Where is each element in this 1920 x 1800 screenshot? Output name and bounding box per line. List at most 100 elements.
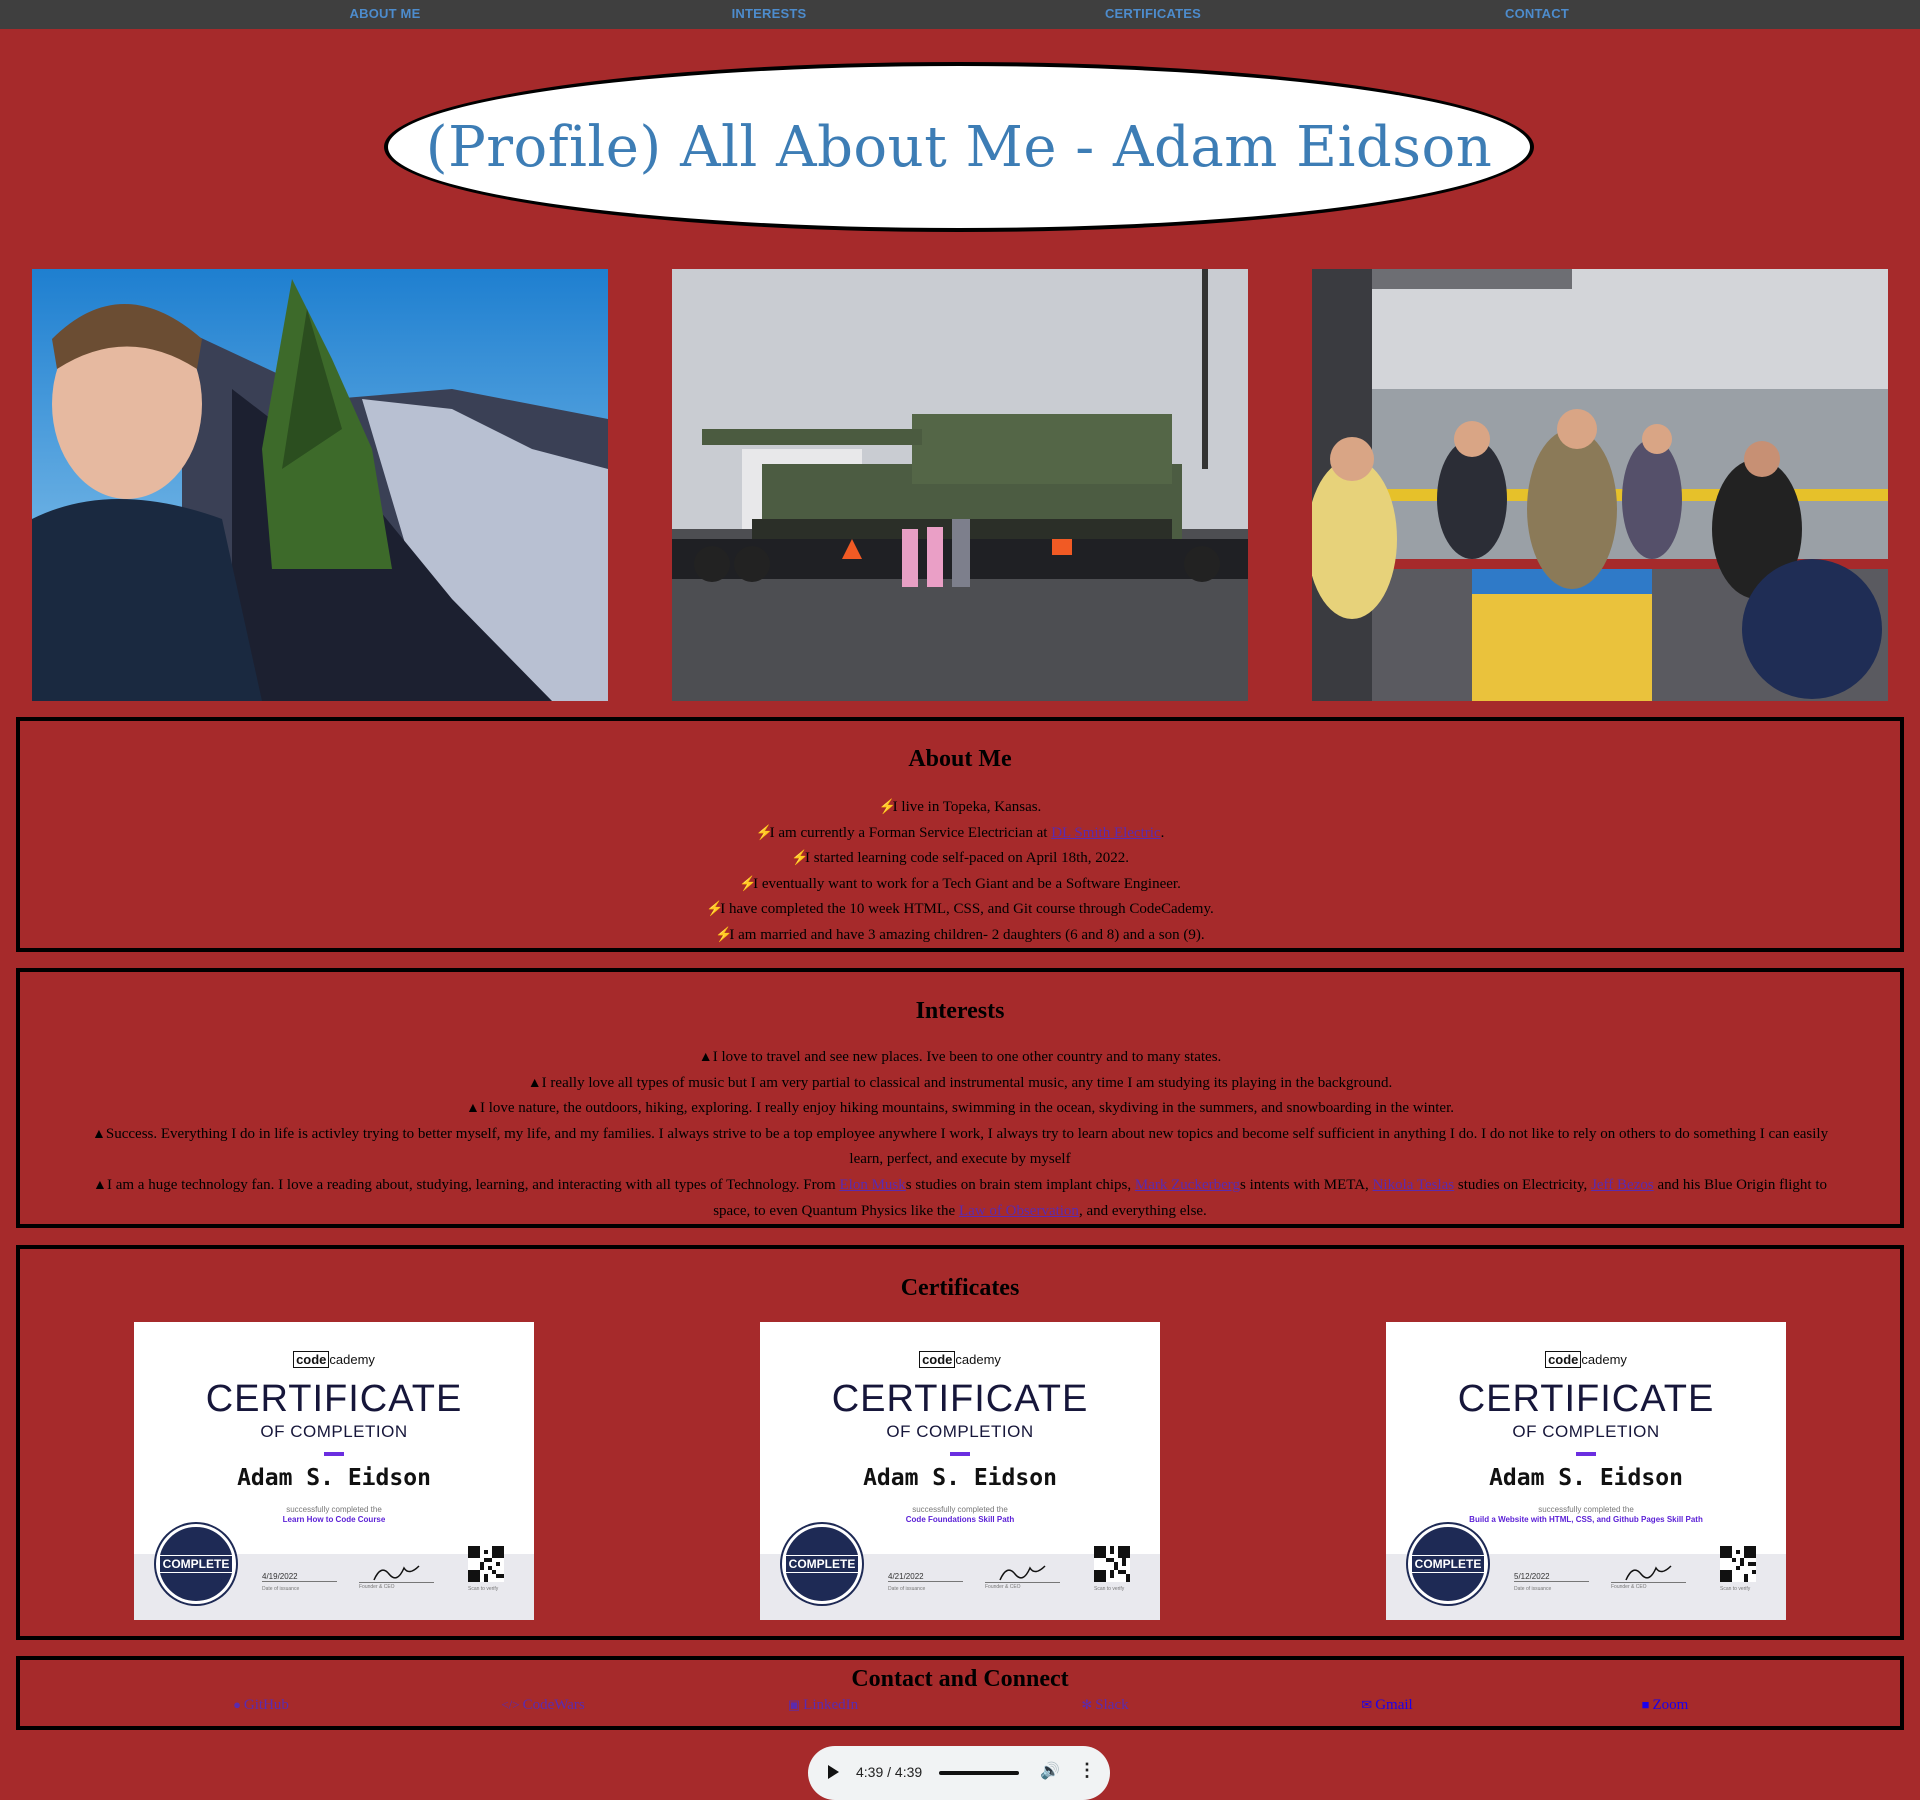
bolt-icon: ⚡	[878, 800, 897, 815]
tree-icon: ▲	[93, 1177, 107, 1193]
volume-icon[interactable]: 🔊	[1040, 1761, 1060, 1781]
certificate-card[interactable]: code cademy CERTIFICATE OF COMPLETION Ada…	[760, 1322, 1160, 1620]
nav-interests[interactable]: INTERESTS	[732, 6, 807, 21]
certificate-subtitle: OF COMPLETION	[886, 1422, 1034, 1441]
signature: Founder & CEO	[359, 1562, 434, 1590]
linkedin-link[interactable]: ▣ LinkedIn	[788, 1697, 858, 1714]
zoom-link[interactable]: ■ Zoom	[1642, 1697, 1689, 1714]
photo-kids-tank	[672, 269, 1248, 701]
completed-text: successfully completed the	[1538, 1505, 1634, 1514]
dl-smith-electric-link[interactable]: DL Smith Electric	[1051, 825, 1160, 841]
certificate-title: CERTIFICATE	[831, 1378, 1089, 1420]
bolt-icon: ⚡	[790, 851, 809, 867]
codecademy-logo: code cademy	[760, 1351, 1160, 1368]
photo-selfie-mountain	[32, 269, 608, 701]
codecademy-logo: code cademy	[1386, 1351, 1786, 1368]
accent-bar	[1576, 1452, 1596, 1456]
certificate-card[interactable]: code cademy CERTIFICATE OF COMPLETION Ada…	[1386, 1322, 1786, 1620]
gmail-link[interactable]: ✉ Gmail	[1361, 1697, 1412, 1714]
complete-seal-icon: COMPLETE	[1408, 1524, 1488, 1604]
github-link[interactable]: ● GitHub	[233, 1697, 289, 1714]
page-title: (Profile) All About Me - Adam Eidson	[425, 114, 1493, 180]
tree-icon: ▲	[466, 1101, 480, 1117]
signature: Founder & CEO	[985, 1562, 1060, 1590]
slack-icon: ✻	[1081, 1697, 1093, 1712]
about-me-list: ⚡I live in Topeka, Kansas. ⚡I am current…	[20, 795, 1900, 949]
certificates-heading: Certificates	[900, 1275, 1020, 1301]
list-item: ▲I love nature, the outdoors, hiking, ex…	[34, 1096, 1886, 1122]
certificate-title: CERTIFICATE	[205, 1378, 463, 1420]
photo-fishing-boat	[1312, 269, 1888, 701]
list-item: ⚡I am currently a Forman Service Electri…	[20, 821, 1900, 847]
list-item-continued: learn, perfect, and execute by myself	[849, 1151, 1071, 1168]
title-banner: (Profile) All About Me - Adam Eidson	[384, 62, 1534, 232]
bolt-icon: ⚡	[739, 876, 757, 892]
list-item: ▲I really love all types of music but I …	[34, 1071, 1886, 1097]
slack-link[interactable]: ✻ Slack	[1081, 1697, 1128, 1714]
certificate-subtitle: OF COMPLETION	[260, 1422, 408, 1441]
certificate-title: CERTIFICATE	[1457, 1378, 1715, 1420]
more-options-icon[interactable]: ⋮	[1078, 1760, 1096, 1781]
issue-date: 4/21/2022 Date of issuance	[888, 1572, 963, 1592]
bolt-icon: ⚡	[715, 927, 733, 943]
play-icon[interactable]	[828, 1765, 839, 1779]
video-icon: ■	[1641, 1697, 1650, 1712]
tree-icon: ▲	[91, 1126, 106, 1142]
top-nav: ABOUT ME INTERESTS CERTIFICATES CONTACT	[0, 0, 1920, 29]
qr-code-icon: Scan to verify	[1720, 1546, 1756, 1592]
mark-zuckerberg-link[interactable]: Mark Zuckerberg	[1135, 1177, 1240, 1193]
completed-text: successfully completed the	[286, 1505, 382, 1514]
recipient-name: Adam S. Eidson	[863, 1465, 1057, 1491]
accent-bar	[324, 1452, 344, 1456]
list-item: ⚡I am married and have 3 amazing childre…	[20, 923, 1900, 949]
course-name: Learn How to Code Course	[282, 1515, 386, 1524]
qr-code-icon: Scan to verify	[468, 1546, 504, 1592]
github-icon: ●	[233, 1697, 241, 1712]
bolt-icon: ⚡	[755, 825, 774, 841]
code-icon: </>	[501, 1697, 520, 1712]
certificate-subtitle: OF COMPLETION	[1512, 1422, 1660, 1441]
law-of-observation-link[interactable]: Law of Observation	[959, 1203, 1079, 1219]
codewars-link[interactable]: </> CodeWars	[501, 1697, 584, 1714]
audio-time: 4:39 / 4:39	[856, 1764, 923, 1780]
interests-heading: Interests	[915, 998, 1005, 1024]
audio-player: 4:39 / 4:39 🔊 ⋮	[808, 1746, 1110, 1800]
nav-certificates[interactable]: CERTIFICATES	[1105, 6, 1201, 21]
about-me-heading: About Me	[908, 746, 1012, 772]
list-item: ⚡I eventually want to work for a Tech Gi…	[20, 872, 1900, 898]
audio-progress-slider[interactable]	[939, 1771, 1019, 1775]
tree-icon: ▲	[698, 1050, 713, 1065]
list-item: ⚡I started learning code self-paced on A…	[20, 846, 1900, 872]
certificate-card[interactable]: code cademy CERTIFICATE OF COMPLETION Ada…	[134, 1322, 534, 1620]
recipient-name: Adam S. Eidson	[1489, 1465, 1683, 1491]
tree-icon: ▲	[527, 1075, 542, 1091]
issue-date: 5/12/2022 Date of issuance	[1514, 1572, 1589, 1592]
signature: Founder & CEO	[1611, 1562, 1686, 1590]
interests-list: ▲I love to travel and see new places. Iv…	[20, 1045, 1900, 1224]
list-item: ▲Success. Everything I do in life is act…	[34, 1122, 1886, 1148]
linkedin-icon: ▣	[787, 1697, 801, 1712]
envelope-icon: ✉	[1361, 1697, 1373, 1712]
codecademy-logo: code cademy	[134, 1351, 534, 1368]
contact-section: Contact and Connect	[16, 1656, 1904, 1730]
contact-heading: Contact and Connect	[851, 1666, 1069, 1692]
complete-seal-icon: COMPLETE	[782, 1524, 862, 1604]
about-me-section: About Me ⚡I live in Topeka, Kansas. ⚡I a…	[16, 717, 1904, 952]
completed-text: successfully completed the	[912, 1505, 1008, 1514]
accent-bar	[950, 1452, 970, 1456]
nav-contact[interactable]: CONTACT	[1505, 6, 1569, 21]
issue-date: 4/19/2022 Date of issuance	[262, 1572, 337, 1592]
elon-musk-link[interactable]: Elon Musk	[839, 1177, 905, 1193]
list-item: ⚡I have completed the 10 week HTML, CSS,…	[20, 897, 1900, 923]
recipient-name: Adam S. Eidson	[237, 1465, 431, 1491]
nav-about-me[interactable]: ABOUT ME	[350, 6, 421, 21]
jeff-bezos-link[interactable]: Jeff Bezos	[1591, 1177, 1654, 1193]
qr-code-icon: Scan to verify	[1094, 1546, 1130, 1592]
course-name: Code Foundations Skill Path	[905, 1515, 1015, 1524]
nikola-tesla-link[interactable]: Nikola Teslas	[1373, 1177, 1455, 1193]
interests-section: Interests ▲I love to travel and see new …	[16, 968, 1904, 1228]
list-item: ▲I love to travel and see new places. Iv…	[34, 1045, 1886, 1071]
complete-seal-icon: COMPLETE	[156, 1524, 236, 1604]
list-item-continued: space, to even Quantum Physics like the …	[713, 1202, 1207, 1219]
course-name: Build a Website with HTML, CSS, and Gith…	[1469, 1515, 1703, 1524]
